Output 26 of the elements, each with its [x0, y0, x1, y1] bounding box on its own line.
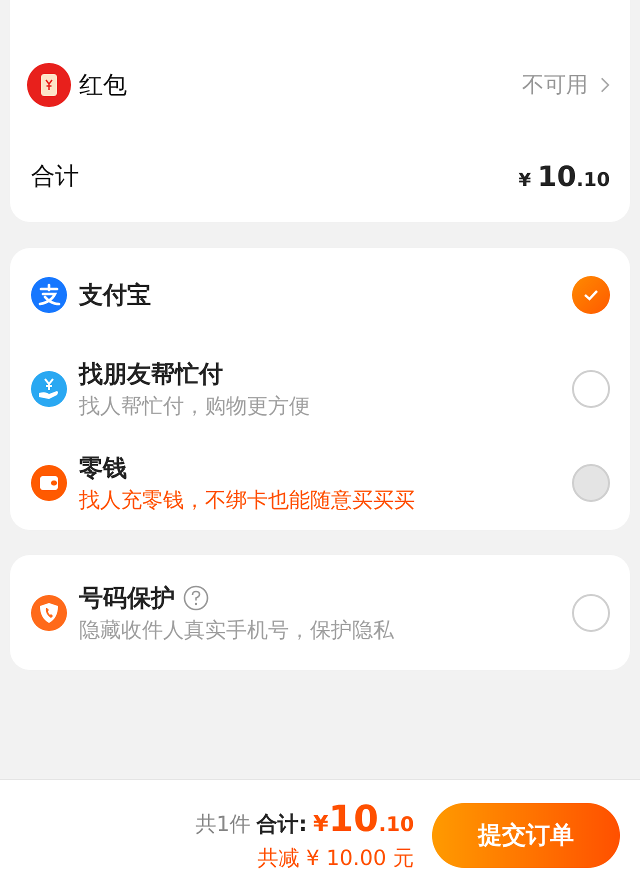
payment-method-title: 零钱 — [79, 453, 128, 484]
total-price: ¥ 10.10 — [518, 160, 610, 192]
number-protection-subtitle: 隐藏收件人真实手机号，保护隐私 — [79, 616, 394, 644]
payment-method-subtitle: 找人帮忙付，购物更方便 — [79, 393, 310, 420]
submit-order-button[interactable]: 提交订单 — [432, 802, 620, 868]
discount-total: 共减 ¥ 10.00 元 — [257, 844, 414, 872]
alipay-logo-icon — [31, 277, 67, 313]
envelope-icon — [27, 63, 71, 107]
hand-coin-icon — [31, 371, 67, 407]
total-label: 合计 — [31, 161, 79, 192]
total-label: 合计: — [256, 810, 308, 838]
radio-button[interactable] — [572, 370, 610, 408]
total-price: ¥10.10 — [313, 798, 414, 840]
item-count: 共1件 — [195, 810, 251, 838]
payment-method-title: 支付宝 — [79, 280, 151, 311]
wallet-icon — [31, 465, 67, 501]
radio-button[interactable] — [572, 276, 610, 314]
help-icon[interactable] — [183, 584, 209, 610]
payment-method-title: 找朋友帮忙付 — [79, 359, 224, 390]
shield-phone-icon — [31, 594, 67, 630]
chevron-right-icon — [600, 76, 610, 94]
radio-button[interactable] — [572, 594, 610, 632]
hongbao-status[interactable]: 不可用 — [522, 70, 588, 100]
hongbao-label: 红包 — [79, 70, 127, 101]
number-protection-title: 号码保护 — [79, 582, 175, 614]
payment-method-subtitle: 找人充零钱，不绑卡也能随意买买买 — [79, 487, 415, 514]
